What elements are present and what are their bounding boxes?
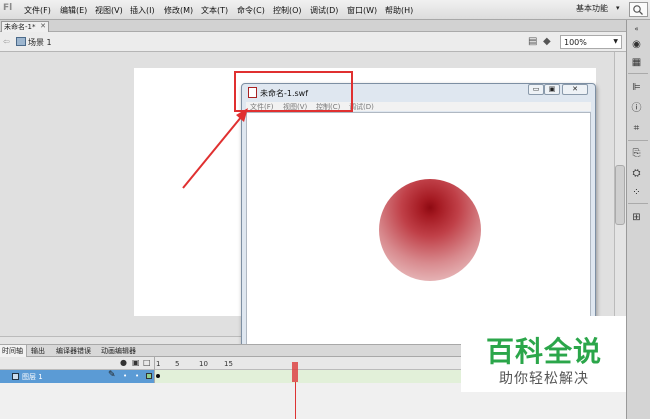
menu-insert[interactable]: 插入(I) (130, 5, 155, 16)
search-input[interactable] (629, 2, 648, 17)
close-button[interactable]: ✕ (562, 84, 588, 95)
chevron-down-icon[interactable]: ▾ (616, 4, 620, 12)
edit-scene-icon[interactable]: ▤ (528, 36, 537, 47)
code-snippets-icon[interactable]: ⎘ (629, 146, 644, 161)
menu-modify[interactable]: 修改(M) (164, 5, 193, 16)
motion-presets-icon[interactable]: ⁘ (629, 185, 644, 200)
vertical-scroll-thumb[interactable] (615, 165, 625, 225)
align-icon[interactable]: ⊫ (629, 80, 644, 95)
radial-gradient-ball (379, 179, 481, 281)
lock-dot-icon[interactable]: • (135, 372, 139, 380)
info-icon[interactable]: ⓘ (629, 101, 644, 116)
menu-debug[interactable]: 调试(D) (310, 5, 338, 16)
menu-commands[interactable]: 命令(C) (237, 5, 265, 16)
lock-icon[interactable]: ▣ (132, 358, 140, 367)
back-arrow-icon[interactable]: ⇦ (3, 37, 10, 46)
tab-output[interactable]: 输出 (31, 346, 45, 356)
menu-view[interactable]: 视图(V) (95, 5, 123, 16)
annotation-arrow-icon (182, 108, 248, 189)
tab-motion-editor[interactable]: 动画编辑器 (101, 346, 136, 356)
ruler-frame-5: 5 (175, 360, 180, 368)
menu-control[interactable]: 控制(O) (273, 5, 302, 16)
maximize-button[interactable]: ▣ (544, 84, 560, 95)
layer-name[interactable]: 图层 1 (22, 372, 43, 382)
document-tab-label: 未命名-1* (4, 23, 36, 31)
keyframe-marker[interactable] (156, 374, 160, 378)
panel-divider (628, 140, 648, 141)
menu-window[interactable]: 窗口(W) (347, 5, 377, 16)
panel-divider (628, 203, 648, 204)
document-tab[interactable]: 未命名-1* ✕ (1, 21, 49, 32)
swatches-icon[interactable]: ▦ (629, 55, 644, 70)
visibility-dot-icon[interactable]: • (123, 372, 127, 380)
outline-icon[interactable]: □ (143, 358, 151, 367)
scene-icon (16, 37, 26, 46)
outline-color-swatch[interactable] (146, 373, 152, 379)
close-icon[interactable]: ✕ (40, 22, 46, 30)
pencil-icon: ✎ (108, 370, 116, 380)
ruler-frame-1: 1 (156, 360, 161, 368)
edit-symbol-icon[interactable]: ◆ (543, 36, 551, 47)
layer-icon (12, 373, 19, 380)
components-icon[interactable]: ⛭ (629, 166, 644, 181)
watermark-title: 百科全说 (485, 335, 602, 368)
tab-compiler-errors[interactable]: 编译器错误 (56, 346, 91, 356)
color-panel-icon[interactable]: ◉ (629, 37, 644, 52)
zoom-value: 100% (564, 38, 587, 47)
menu-help[interactable]: 帮助(H) (385, 5, 413, 16)
watermark-subtitle: 助你轻松解决 (499, 371, 589, 387)
menu-text[interactable]: 文本(T) (201, 5, 228, 16)
menu-file[interactable]: 文件(F) (24, 5, 51, 16)
search-icon (633, 5, 643, 15)
transform-icon[interactable]: ⌗ (629, 121, 644, 136)
menu-edit[interactable]: 编辑(E) (60, 5, 87, 16)
library-icon[interactable]: ⊞ (629, 210, 644, 225)
playhead[interactable] (292, 362, 298, 382)
document-tab-bar (0, 20, 626, 32)
minimize-button[interactable]: ▭ (528, 84, 544, 95)
tab-timeline[interactable]: 时间轴 (2, 346, 23, 356)
scene-label[interactable]: 场景 1 (28, 37, 52, 48)
zoom-select[interactable]: 100% ▼ (560, 35, 622, 49)
collapse-panel-icon[interactable]: « (629, 22, 644, 37)
ruler-frame-10: 10 (199, 360, 208, 368)
flash-logo: Fl (3, 3, 13, 13)
chevron-down-icon: ▼ (613, 38, 618, 45)
eye-icon[interactable]: ● (120, 358, 127, 367)
panel-divider (628, 73, 648, 74)
playhead-line (295, 382, 296, 419)
ruler-frame-15: 15 (224, 360, 233, 368)
